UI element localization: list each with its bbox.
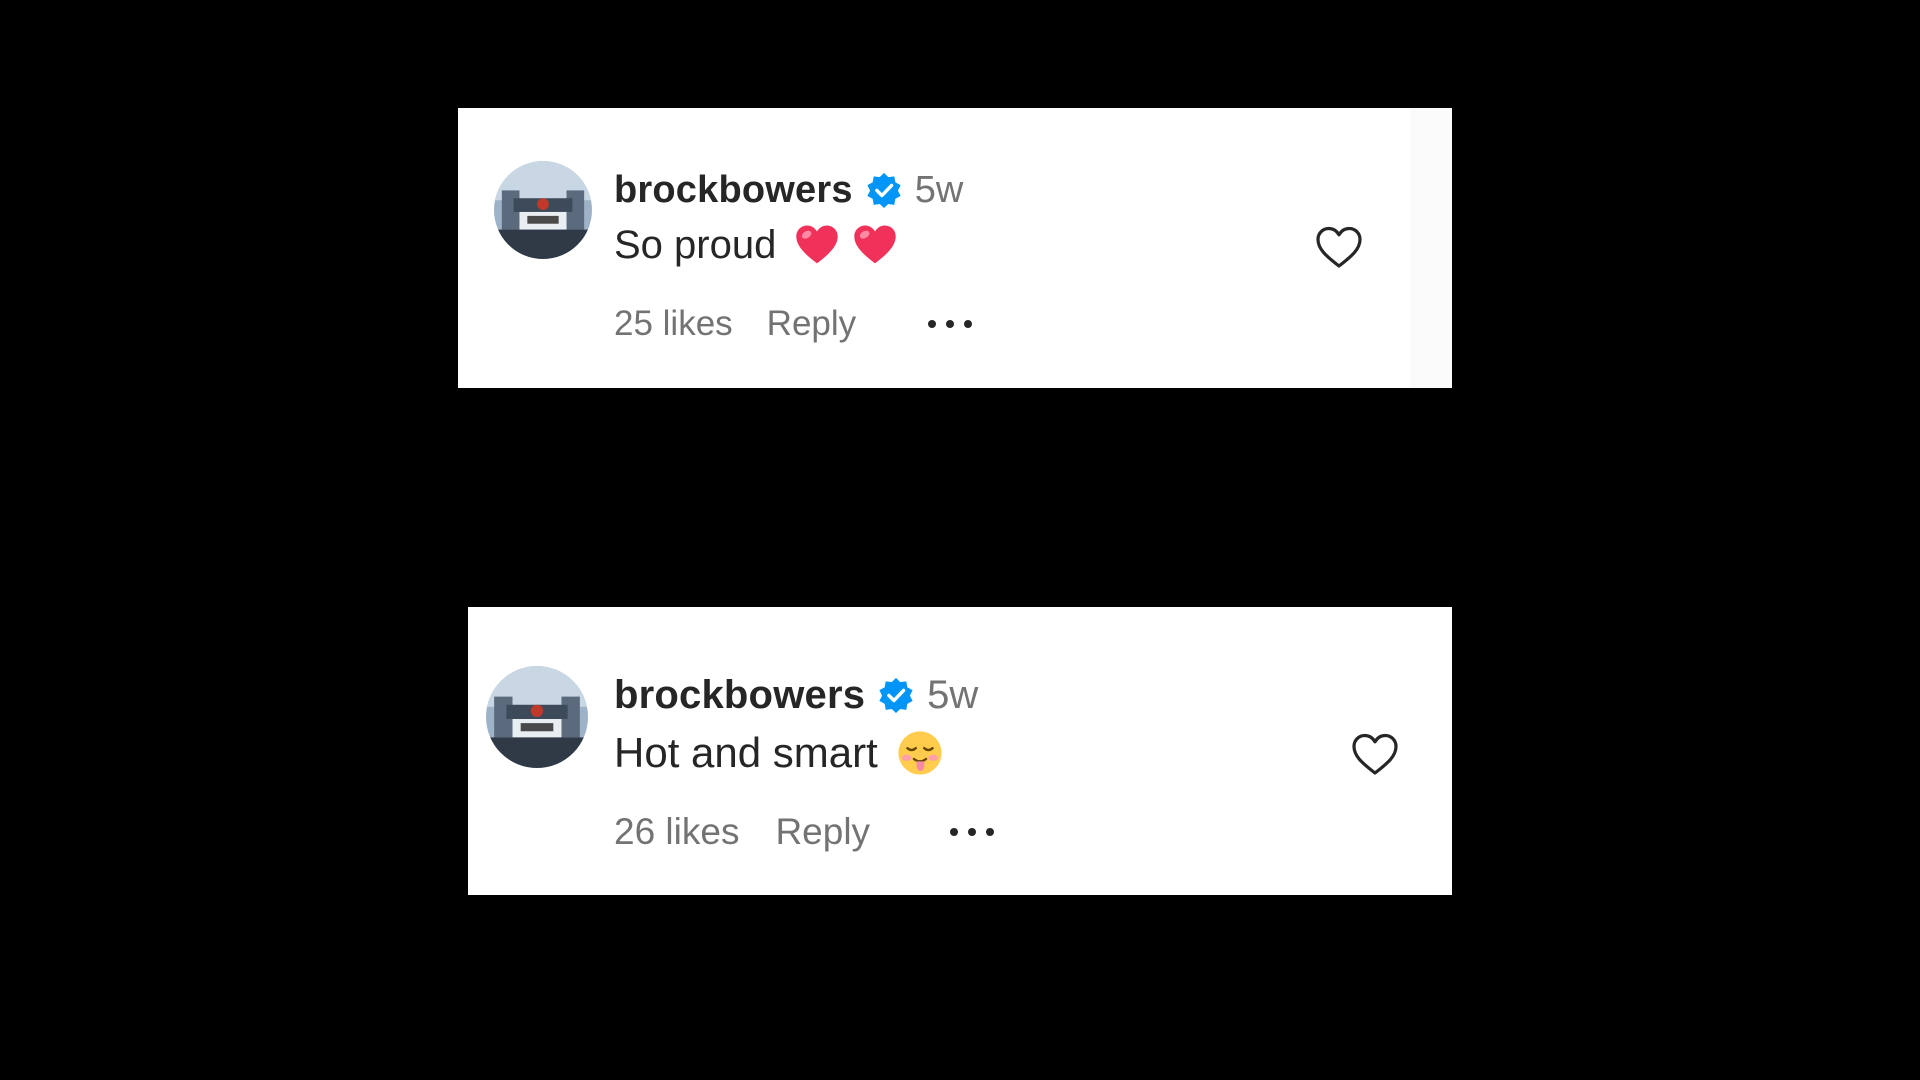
verified-badge-icon xyxy=(877,676,915,714)
comment-body: So proud xyxy=(614,218,898,272)
reply-button[interactable]: Reply xyxy=(767,304,856,344)
more-options-icon[interactable] xyxy=(946,824,998,840)
username-link[interactable]: brockbowers xyxy=(614,673,865,718)
screenshot-stage: brockbowers 5w So proud 25 likes Reply b… xyxy=(0,0,1920,1080)
user-avatar[interactable] xyxy=(494,161,592,259)
more-options-icon[interactable] xyxy=(924,316,976,332)
comment-actions: 25 likes Reply xyxy=(614,300,976,348)
comment-timestamp[interactable]: 5w xyxy=(915,169,964,212)
verified-badge-icon xyxy=(865,171,903,209)
avatar-image xyxy=(494,161,592,259)
card-edge xyxy=(1410,108,1452,388)
likes-count[interactable]: 25 likes xyxy=(614,304,733,344)
comment-card: brockbowers 5w Hot and smart 26 likes Re… xyxy=(468,607,1452,895)
comment-header: brockbowers 5w xyxy=(614,671,978,719)
comment-header: brockbowers 5w xyxy=(614,166,963,214)
comment-text: Hot and smart xyxy=(614,729,878,776)
user-avatar[interactable] xyxy=(486,666,588,768)
red-heart-emoji xyxy=(852,222,898,268)
avatar-image xyxy=(486,666,588,768)
comment-timestamp[interactable]: 5w xyxy=(927,673,978,718)
reply-button[interactable]: Reply xyxy=(775,811,870,853)
username-link[interactable]: brockbowers xyxy=(614,169,853,212)
comment-body: Hot and smart xyxy=(614,726,944,780)
comment-actions: 26 likes Reply xyxy=(614,808,998,856)
comment-card: brockbowers 5w So proud 25 likes Reply xyxy=(458,108,1452,388)
likes-count[interactable]: 26 likes xyxy=(614,811,739,853)
comment-text: So proud xyxy=(614,222,777,267)
red-heart-emoji xyxy=(794,222,840,268)
heart-outline-icon[interactable] xyxy=(1350,731,1400,777)
drooling-face-emoji xyxy=(896,729,944,777)
heart-outline-icon[interactable] xyxy=(1314,224,1364,270)
